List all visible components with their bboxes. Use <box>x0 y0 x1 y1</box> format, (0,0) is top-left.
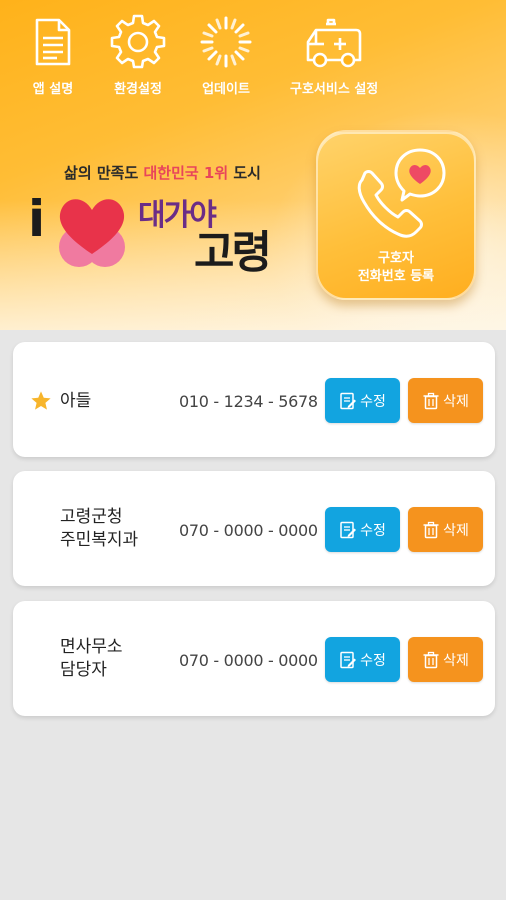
contact-name: 아들 <box>60 391 92 411</box>
menu-label: 구호서비스 설정 <box>290 82 379 97</box>
edit-button[interactable]: 수정 <box>325 637 400 682</box>
trash-icon <box>423 521 439 538</box>
edit-button-label: 수정 <box>360 522 386 539</box>
contact-phone: 070 - 0000 - 0000 <box>179 651 318 670</box>
star-icon <box>31 391 51 410</box>
contact-card: 아들 010 - 1234 - 5678 수정 삭제 <box>13 342 495 457</box>
menu-item-app-description[interactable]: 앱 설명 <box>25 14 81 97</box>
city-logo: i 대가야 고령 <box>26 188 296 278</box>
trash-icon <box>423 651 439 668</box>
heart-logo-icon <box>59 199 125 267</box>
delete-button-label: 삭제 <box>443 652 469 669</box>
edit-button[interactable]: 수정 <box>325 378 400 423</box>
delete-button-label: 삭제 <box>443 522 469 539</box>
contact-card: 고령군청 주민복지과 070 - 0000 - 0000 수정 삭제 <box>13 471 495 586</box>
contact-card: 면사무소 담당자 070 - 0000 - 0000 수정 삭제 <box>13 601 495 716</box>
slogan: 삶의 만족도 대한민국 1위 도시 <box>30 162 295 183</box>
register-label-line1: 구호자 <box>378 251 414 266</box>
document-icon <box>35 18 71 66</box>
delete-button-label: 삭제 <box>443 393 469 410</box>
register-guardian-phone-button[interactable]: 구호자 전화번호 등록 <box>316 130 476 300</box>
logo-word-goryeong: 고령 <box>194 227 272 278</box>
top-menu: 앱 설명 환경설정 업데이트 구호서비스 설정 <box>0 14 506 104</box>
contact-name-line1: 고령군청 <box>60 507 123 527</box>
delete-button[interactable]: 삭제 <box>408 637 483 682</box>
menu-item-rescue-service-settings[interactable]: 구호서비스 설정 <box>290 14 378 97</box>
contact-name-line2: 담당자 <box>60 660 107 680</box>
menu-label: 업데이트 <box>202 82 250 97</box>
menu-item-update[interactable]: 업데이트 <box>198 14 254 97</box>
slogan-post: 도시 <box>228 164 261 182</box>
edit-icon <box>340 651 357 668</box>
header-banner: 앱 설명 환경설정 업데이트 구호서비스 설정 삶의 만족도 대한민국 1위 도… <box>0 0 506 330</box>
edit-button[interactable]: 수정 <box>325 507 400 552</box>
ambulance-icon <box>306 18 362 68</box>
delete-button[interactable]: 삭제 <box>408 378 483 423</box>
delete-button[interactable]: 삭제 <box>408 507 483 552</box>
slogan-pre: 삶의 만족도 <box>64 164 144 182</box>
loading-icon <box>200 16 252 68</box>
menu-label: 환경설정 <box>114 82 162 97</box>
contact-name-line2: 주민복지과 <box>60 530 139 550</box>
register-label-line2: 전화번호 등록 <box>357 269 435 284</box>
contact-name-line1: 면사무소 <box>60 637 123 657</box>
gear-icon <box>110 14 166 69</box>
edit-icon <box>340 392 357 409</box>
phone-heart-icon <box>357 148 446 238</box>
menu-label: 앱 설명 <box>32 82 74 97</box>
slogan-highlight: 대한민국 1위 <box>143 164 229 182</box>
contact-phone: 010 - 1234 - 5678 <box>179 392 318 411</box>
edit-button-label: 수정 <box>360 393 386 410</box>
trash-icon <box>423 392 439 409</box>
contact-phone: 070 - 0000 - 0000 <box>179 521 318 540</box>
menu-item-settings[interactable]: 환경설정 <box>110 14 166 97</box>
edit-icon <box>340 521 357 538</box>
logo-letter-i: i <box>28 190 46 248</box>
edit-button-label: 수정 <box>360 652 386 669</box>
